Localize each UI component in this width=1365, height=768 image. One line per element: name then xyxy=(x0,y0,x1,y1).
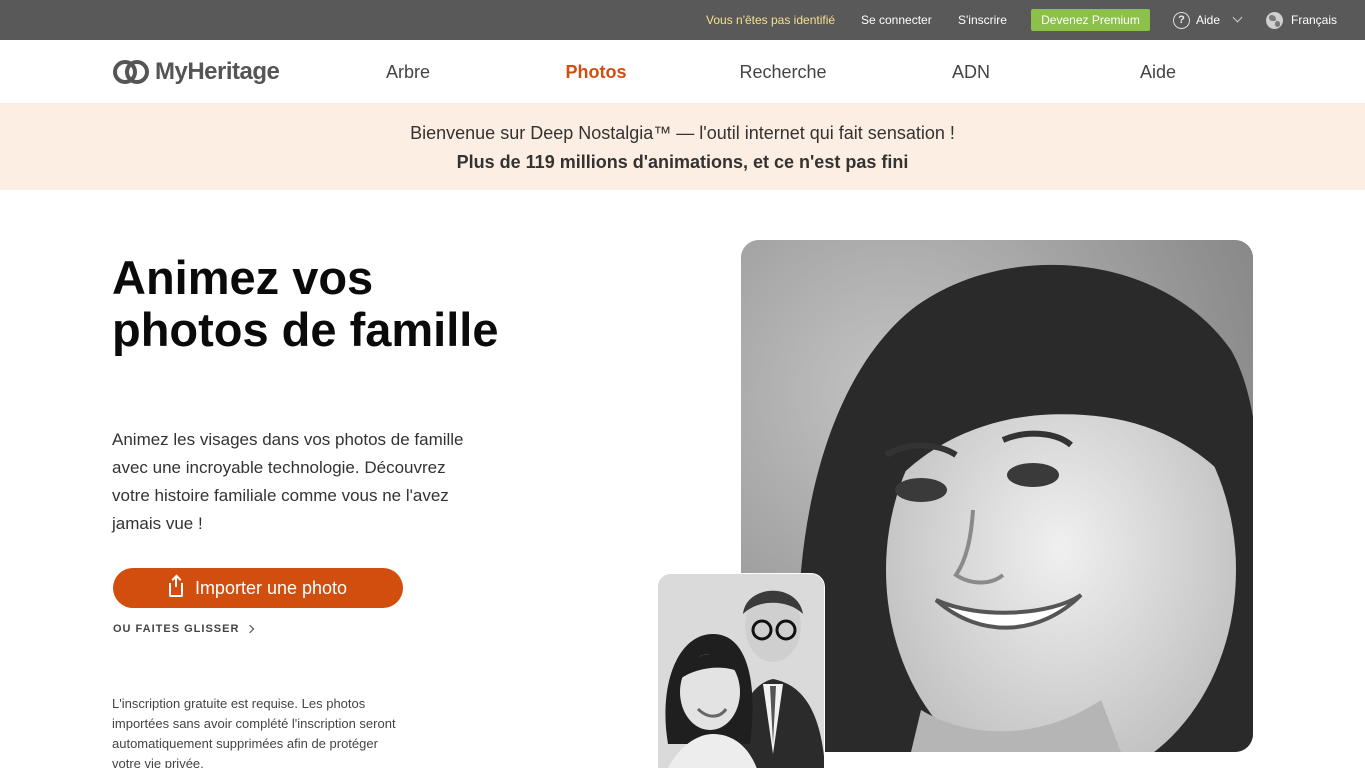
page-title: Animez vos photos de famille xyxy=(112,251,499,356)
upload-photo-button[interactable]: Importer une photo xyxy=(113,568,403,608)
main-nav: MyHeritage Arbre Photos Recherche ADN Ai… xyxy=(0,40,1365,104)
banner-line-1: Bienvenue sur Deep Nostalgia™ — l'outil … xyxy=(410,123,955,143)
help-label: Aide xyxy=(1196,13,1221,27)
chevron-down-icon xyxy=(1232,12,1243,23)
signup-link[interactable]: S'inscrire xyxy=(958,0,1007,40)
hero-description: Animez les visages dans vos photos de fa… xyxy=(112,430,464,533)
language-label: Français xyxy=(1291,13,1338,27)
login-link[interactable]: Se connecter xyxy=(861,0,932,40)
welcome-banner: Bienvenue sur Deep Nostalgia™ — l'outil … xyxy=(0,104,1365,190)
help-menu[interactable]: ? Aide xyxy=(1173,0,1243,40)
chevron-right-icon xyxy=(246,624,255,634)
nav-help[interactable]: Aide xyxy=(1098,40,1218,104)
help-icon: ? xyxy=(1173,11,1190,29)
logo-icon xyxy=(113,58,151,86)
nav-dna[interactable]: ADN xyxy=(911,40,1031,104)
upload-icon xyxy=(168,577,183,597)
upload-label: Importer une photo xyxy=(194,577,348,598)
privacy-disclaimer: L'inscription gratuite est requise. Les … xyxy=(112,696,396,768)
drag-drop-link[interactable]: OU FAITES GLISSER xyxy=(113,623,255,635)
couple-original-photo xyxy=(657,573,825,768)
guest-status: Vous n'êtes pas identifié xyxy=(706,13,836,27)
nav-photos[interactable]: Photos xyxy=(536,40,656,104)
drag-label: OU FAITES GLISSER xyxy=(113,623,240,635)
globe-icon xyxy=(1266,11,1283,29)
premium-button[interactable]: Devenez Premium xyxy=(1031,9,1150,31)
banner-line-2: Plus de 119 millions d'animations, et ce… xyxy=(456,152,909,172)
logo[interactable]: MyHeritage xyxy=(113,58,280,86)
nav-tree[interactable]: Arbre xyxy=(348,40,468,104)
nav-search[interactable]: Recherche xyxy=(723,40,843,104)
logo-text: MyHeritage xyxy=(155,58,280,85)
language-selector[interactable]: Français xyxy=(1266,0,1337,40)
top-bar: Vous n'êtes pas identifié Se connecter S… xyxy=(0,0,1365,40)
